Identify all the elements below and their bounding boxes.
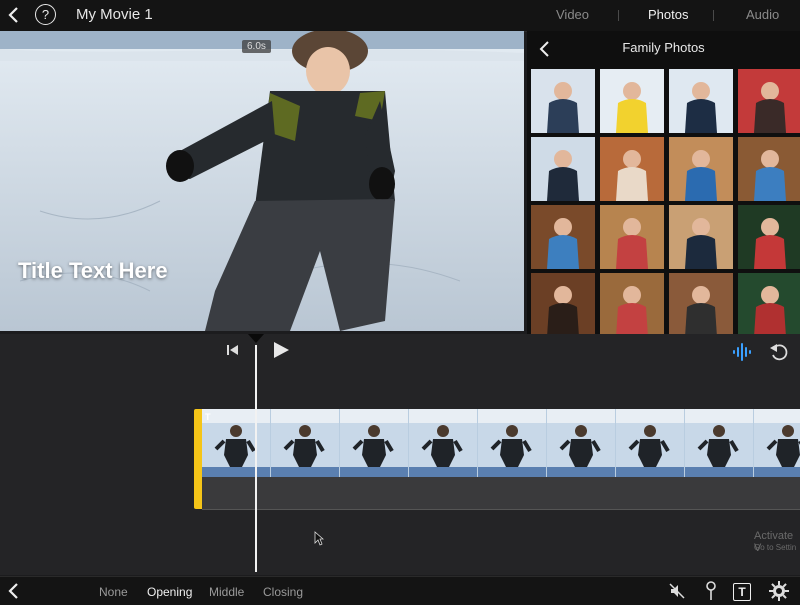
clip-frame-thumbnail (478, 409, 546, 477)
video-clip[interactable] (202, 409, 800, 477)
photo-thumbnail[interactable] (669, 137, 733, 201)
photo-thumbnail[interactable] (669, 69, 733, 133)
clip-audio-track[interactable] (202, 477, 800, 510)
viewer-frame-image (0, 31, 524, 331)
title-overlay-text[interactable]: Title Text Here (18, 258, 168, 284)
mouse-cursor-icon (314, 531, 324, 546)
photo-thumbnail[interactable] (531, 273, 595, 337)
mute-icon[interactable] (669, 583, 685, 599)
activation-watermark-sub: Go to Settin (754, 543, 797, 552)
photo-thumbnail[interactable] (669, 205, 733, 269)
photo-thumbnail[interactable] (738, 69, 800, 133)
tab-audio[interactable]: Audio (746, 7, 779, 22)
tab-photos[interactable]: Photos (648, 7, 688, 22)
clip-frame-thumbnail (754, 409, 800, 477)
location-pin-icon[interactable] (704, 581, 718, 601)
project-title: My Movie 1 (76, 6, 153, 23)
photo-thumbnail[interactable] (669, 273, 733, 337)
title-tool-button[interactable]: T (733, 583, 751, 601)
clip-frame-thumbnail (547, 409, 615, 477)
title-style-closing[interactable]: Closing (263, 585, 303, 599)
clip-frame-thumbnail (202, 409, 270, 477)
title-style-middle[interactable]: Middle (209, 585, 244, 599)
gear-icon[interactable] (769, 581, 789, 601)
clip-frame-thumbnail (340, 409, 408, 477)
photo-thumbnail[interactable] (600, 137, 664, 201)
close-inspector-icon[interactable] (6, 582, 22, 600)
photo-thumbnail[interactable] (600, 205, 664, 269)
clip-frame-thumbnail (271, 409, 339, 477)
audio-waveform-icon[interactable] (732, 343, 752, 361)
undo-icon[interactable] (769, 342, 789, 362)
photo-thumbnail[interactable] (531, 205, 595, 269)
photo-thumbnail[interactable] (600, 273, 664, 337)
play-icon[interactable] (272, 341, 290, 359)
title-style-none[interactable]: None (99, 585, 128, 599)
photo-thumbnail[interactable] (531, 69, 595, 133)
photo-thumbnail[interactable] (600, 69, 664, 133)
photo-thumbnail[interactable] (738, 273, 800, 337)
video-viewer[interactable] (0, 31, 524, 331)
clip-title-marker: T (205, 412, 211, 422)
photo-thumbnail[interactable] (531, 137, 595, 201)
photo-thumbnail[interactable] (738, 137, 800, 201)
clip-trim-handle[interactable] (194, 409, 202, 509)
clip-frame-thumbnail (409, 409, 477, 477)
photo-grid (531, 69, 800, 337)
tab-divider (713, 10, 714, 21)
album-title: Family Photos (622, 40, 705, 55)
playhead-marker (248, 334, 264, 343)
title-style-opening[interactable]: Opening (147, 585, 192, 599)
tab-video[interactable]: Video (556, 7, 589, 22)
skip-to-start-icon[interactable] (226, 343, 240, 357)
duration-badge: 6.0s (242, 40, 271, 53)
clip-frame-thumbnail (616, 409, 684, 477)
back-icon[interactable] (4, 5, 24, 25)
playhead[interactable] (255, 345, 257, 572)
tab-divider (618, 10, 619, 21)
help-button[interactable]: ? (35, 4, 56, 25)
clip-frame-thumbnail (685, 409, 753, 477)
photo-thumbnail[interactable] (738, 205, 800, 269)
